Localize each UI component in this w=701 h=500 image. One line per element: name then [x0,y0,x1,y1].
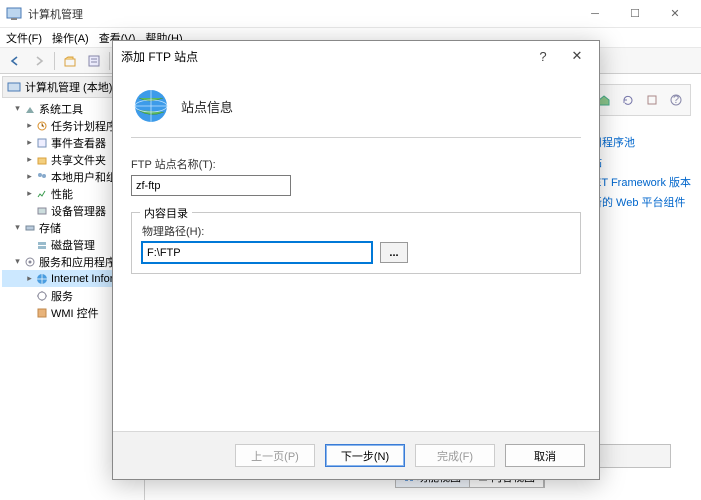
forward-button[interactable] [28,51,50,71]
content-dir-legend: 内容目录 [140,205,192,221]
site-name-input[interactable] [131,175,291,196]
minimize-button[interactable]: ─ [575,0,615,28]
separator [131,137,581,138]
dialog-heading: 站点信息 [181,97,233,116]
window-title: 计算机管理 [28,6,575,22]
previous-button: 上一页(P) [235,444,315,467]
svg-text:?: ? [673,94,679,106]
add-ftp-site-dialog: 添加 FTP 站点 ? ✕ 站点信息 FTP 站点名称(T): 内容目录 物理路… [112,40,600,480]
back-button[interactable] [4,51,26,71]
globe-icon [131,86,171,126]
toolbar-divider [109,52,110,70]
finish-button: 完成(F) [415,444,495,467]
maximize-button[interactable]: ☐ [615,0,655,28]
toolbar-divider [54,52,55,70]
close-button[interactable]: ✕ [655,0,695,28]
stop-icon[interactable] [642,91,662,109]
site-name-label: FTP 站点名称(T): [131,156,581,172]
refresh-icon[interactable] [618,91,638,109]
menu-file[interactable]: 文件(F) [6,30,42,46]
help-icon[interactable]: ? [666,91,686,109]
app-icon [6,6,22,22]
dialog-close-button[interactable]: ✕ [563,48,591,64]
up-button[interactable] [59,51,81,71]
dialog-title: 添加 FTP 站点 [121,48,523,65]
physical-path-input[interactable] [142,242,372,263]
next-button[interactable]: 下一步(N) [325,444,405,467]
menu-action[interactable]: 操作(A) [52,30,89,46]
cancel-button[interactable]: 取消 [505,444,585,467]
dialog-help-button[interactable]: ? [529,49,557,64]
physical-path-label: 物理路径(H): [142,223,570,239]
properties-button[interactable] [83,51,105,71]
browse-button[interactable]: ... [380,242,408,263]
